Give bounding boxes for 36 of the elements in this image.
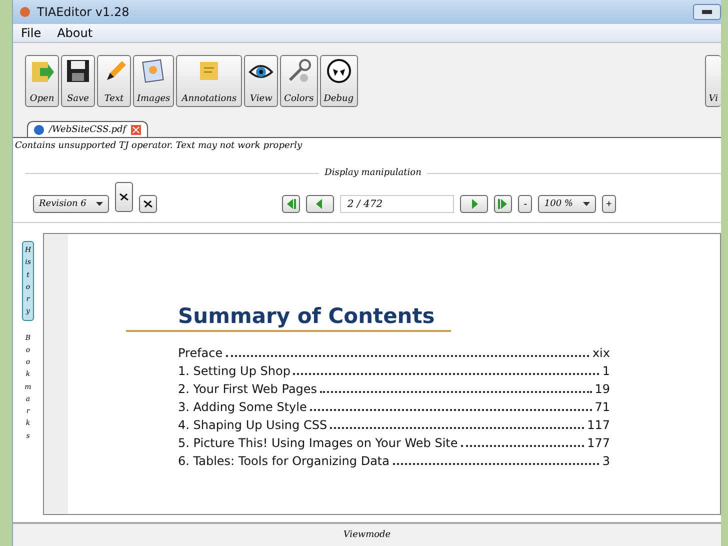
toolbar-button[interactable]: Vi (704, 55, 721, 107)
entry-page: 71 (594, 400, 610, 414)
zoom-in-button[interactable]: + (602, 195, 616, 213)
entry-page: 19 (594, 382, 610, 396)
section-title: Display manipulation (324, 168, 422, 178)
entry-title: 1. Setting Up Shop (178, 364, 290, 378)
entry-title: 4. Shaping Up Using CSS (178, 418, 328, 432)
zoom-out-button[interactable]: - (518, 195, 532, 213)
entry-page: 3 (602, 454, 610, 468)
toolbar-button[interactable]: Debug (320, 55, 358, 107)
status-text: Viewmode (343, 530, 391, 540)
toolbar-button[interactable]: Text (97, 55, 131, 107)
toolbar-button[interactable]: Open (25, 55, 59, 107)
entry-page: 177 (587, 436, 610, 450)
toolbar-button[interactable]: View (244, 55, 278, 107)
revision-dropdown[interactable]: Revision 6 (33, 195, 110, 213)
entry-page: 117 (587, 418, 610, 432)
entry-page: 1 (602, 364, 610, 378)
toolbar-button[interactable]: Annotations (176, 55, 242, 107)
entry-title: 5. Picture This! Using Images on Your Web Site (178, 436, 458, 450)
entry-title: Preface (178, 346, 223, 360)
toolbar-button[interactable]: Save (61, 55, 95, 107)
toolbar-button[interactable]: Colors (280, 55, 318, 107)
warning-text: Contains unsupported TJ operator. Text may not work properly (14, 140, 304, 153)
entry-title: 3. Adding Some Style (178, 400, 307, 414)
page-heading: Summary of Contents (126, 304, 451, 332)
entry-title: 6. Tables: Tools for Organizing Data (178, 454, 390, 468)
entry-title: 2. Your First Web Pages (178, 382, 318, 396)
window-title: TIAEditor v1.28 (37, 5, 130, 19)
toolbar-button[interactable]: Images (133, 55, 174, 107)
page-field[interactable]: 2 / 472 (340, 195, 454, 213)
menu-item[interactable]: File (21, 26, 42, 40)
entry-page: xix (592, 346, 610, 360)
zoom-dropdown[interactable]: 100 % (538, 195, 596, 213)
menu-item[interactable]: About (57, 26, 93, 40)
document-tab[interactable]: /WebSiteCSS.pdf (27, 121, 148, 137)
